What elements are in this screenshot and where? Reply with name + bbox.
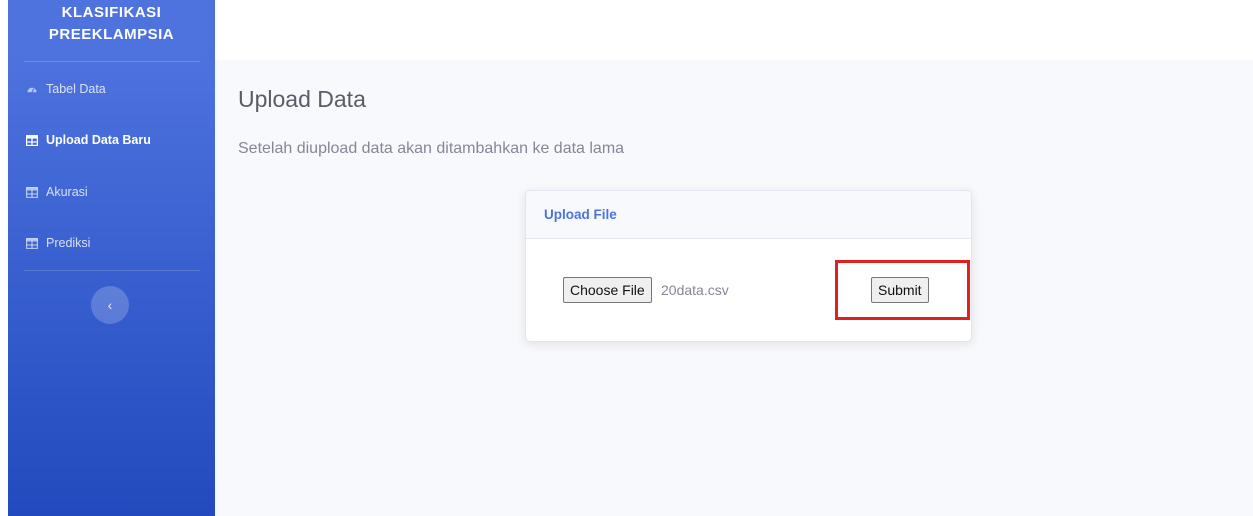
page-subtitle: Setelah diupload data akan ditambahkan k… xyxy=(238,140,625,157)
card-header: Upload File xyxy=(526,191,971,239)
choose-file-button[interactable]: Choose File xyxy=(563,277,652,303)
sidebar-item-label: Prediksi xyxy=(46,236,91,250)
main-content: Upload Data Setelah diupload data akan d… xyxy=(215,60,1253,516)
sidebar-item-akurasi[interactable]: Akurasi xyxy=(8,177,215,207)
highlight-box xyxy=(835,260,970,320)
sidebar-divider xyxy=(24,270,200,271)
sidebar-item-label: Upload Data Baru xyxy=(46,133,151,147)
sidebar: KLASIFIKASI PREEKLAMPSIA Tabel Data Uplo… xyxy=(8,0,215,516)
sidebar-toggle-button[interactable]: ‹ xyxy=(91,286,129,324)
table-icon xyxy=(26,134,38,146)
chevron-left-icon: ‹ xyxy=(107,297,113,313)
sidebar-divider xyxy=(24,61,200,62)
sidebar-item-upload-data-baru[interactable]: Upload Data Baru xyxy=(8,125,215,155)
brand-line-1: KLASIFIKASI xyxy=(61,4,162,21)
dashboard-icon xyxy=(27,87,37,92)
sidebar-item-prediksi[interactable]: Prediksi xyxy=(8,228,215,258)
table-icon xyxy=(26,237,38,249)
sidebar-item-label: Tabel Data xyxy=(46,82,106,96)
card-title: Upload File xyxy=(544,207,617,222)
brand-line-2: PREEKLAMPSIA xyxy=(48,26,175,43)
table-icon xyxy=(26,186,38,198)
selected-file-name: 20data.csv xyxy=(661,282,729,298)
sidebar-brand[interactable]: KLASIFIKASI PREEKLAMPSIA xyxy=(8,2,215,46)
topbar xyxy=(215,0,1253,60)
page-title: Upload Data xyxy=(238,86,366,112)
sidebar-item-label: Akurasi xyxy=(46,185,88,199)
sidebar-item-tabel-data[interactable]: Tabel Data xyxy=(8,74,215,104)
